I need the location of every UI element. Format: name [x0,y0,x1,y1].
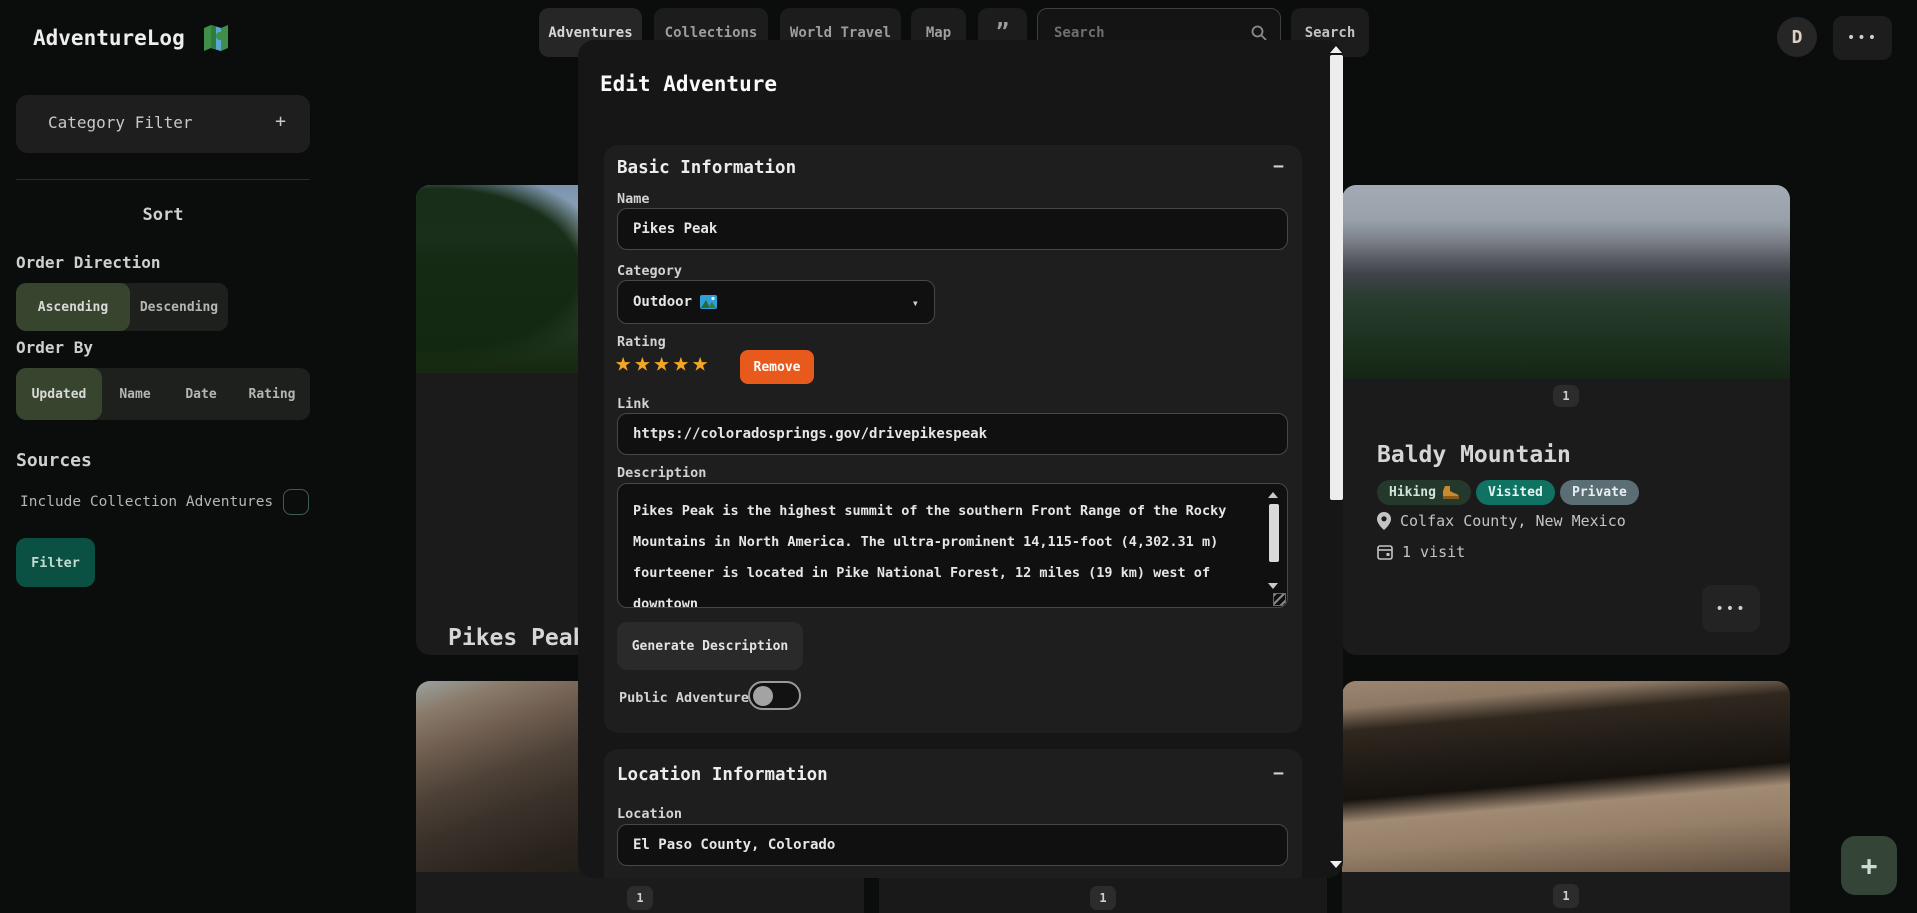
scroll-up-icon[interactable] [1330,46,1342,53]
category-select[interactable]: Outdoor ▾ [617,280,935,324]
description-label: Description [617,465,706,481]
activity-badge: Hiking [1377,480,1471,505]
name-field-wrap [617,208,1288,250]
filter-button[interactable]: Filter [16,538,95,587]
sources-heading: Sources [16,450,92,471]
order-by-label: Order By [16,338,93,357]
description-line: fourteener is located in Pike National F… [633,558,1257,608]
modal-title: Edit Adventure [600,72,777,96]
category-filter-collapse[interactable]: Category Filter + [16,95,310,153]
card-visits: 1 visit [1402,543,1465,561]
expand-plus-icon: + [275,111,286,132]
map-icon [200,22,232,54]
avatar[interactable]: D [1777,17,1817,57]
link-field-wrap [617,413,1288,455]
include-collection-label: Include Collection Adventures [20,494,273,510]
visit-count-badge: 1 [1553,884,1579,908]
category-label: Category [617,263,682,279]
category-value: Outdoor [633,294,692,310]
card-title: Baldy Mountain [1377,442,1571,468]
order-by-rating[interactable]: Rating [234,368,310,420]
order-direction-toggle: Ascending Descending [16,283,228,331]
name-input[interactable] [617,208,1288,250]
app-root: Pikes Peak Outdoor P El Paso County, Col… [0,0,1917,913]
link-input[interactable] [617,413,1288,455]
order-by-updated[interactable]: Updated [16,368,102,420]
adventure-card-dunes[interactable]: 1 [1342,681,1790,913]
card-image-baldy-mountain [1342,185,1790,379]
scroll-down-icon[interactable] [1330,861,1342,868]
visit-count-badge: 1 [1090,886,1116,910]
rating-stars[interactable]: ★★★★★ [615,349,711,376]
park-icon [700,295,717,309]
modal-scrollbar[interactable] [1326,40,1346,878]
toggle-knob [753,686,773,706]
location-information-title: Location Information [617,765,828,785]
public-adventure-toggle[interactable] [748,681,801,710]
order-direction-label: Order Direction [16,253,161,272]
include-collection-checkbox[interactable] [283,489,309,515]
location-input[interactable] [617,824,1288,866]
basic-information-section: Basic Information − Name Category Outdoo… [604,145,1302,733]
textarea-scroll-up-icon[interactable] [1268,492,1278,498]
link-label: Link [617,396,650,412]
card-location-row: Colfax County, New Mexico [1377,512,1626,530]
visited-badge: Visited [1476,480,1555,505]
order-by-date[interactable]: Date [168,368,234,420]
textarea-scrollbar-thumb[interactable] [1269,504,1279,562]
sidebar-divider [16,179,310,180]
navbar-more-button[interactable]: ••• [1833,16,1892,60]
order-by-name[interactable]: Name [102,368,168,420]
location-field-wrap [617,824,1288,866]
description-textarea[interactable]: Pikes Peak is the highest summit of the … [617,483,1288,608]
app-logo-text[interactable]: AdventureLog [33,26,185,50]
textarea-scroll-down-icon[interactable] [1268,583,1278,589]
description-line: Pikes Peak is the highest summit of the … [633,496,1257,527]
name-label: Name [617,191,650,207]
collapse-minus-icon[interactable]: − [1273,156,1284,177]
card-more-button[interactable]: ••• [1702,585,1760,632]
card-visits-row: 1 visit [1377,543,1465,561]
visit-count-badge: 1 [1553,385,1579,407]
order-direction-ascending[interactable]: Ascending [16,283,130,331]
collapse-minus-icon[interactable]: − [1273,763,1284,784]
calendar-icon [1377,544,1393,560]
add-adventure-fab[interactable]: + [1841,836,1897,895]
basic-information-title: Basic Information [617,158,796,178]
remove-rating-button[interactable]: Remove [740,350,814,384]
category-filter-label: Category Filter [48,113,193,132]
search-icon [1251,25,1267,41]
edit-adventure-modal: Edit Adventure Basic Information − Name … [578,40,1343,878]
adventure-card-baldy-mountain[interactable]: 1 Baldy Mountain Hiking Visited Private … [1342,185,1790,655]
pin-icon [1377,512,1391,530]
location-label: Location [617,806,682,822]
card-location: Colfax County, New Mexico [1400,512,1626,530]
privacy-badge: Private [1560,480,1639,505]
generate-description-button[interactable]: Generate Description [617,622,803,670]
textarea-resize-handle[interactable] [1273,593,1286,606]
order-by-toggle: Updated Name Date Rating [16,368,310,420]
card-image-dunes [1342,681,1790,872]
chevron-down-icon: ▾ [912,296,919,310]
sort-title: Sort [16,205,310,225]
order-direction-descending[interactable]: Descending [130,283,228,331]
card-title: Pikes Peak [448,625,586,651]
scrollbar-thumb[interactable] [1330,55,1343,500]
boot-icon [1443,486,1459,499]
visit-count-badge: 1 [627,886,653,910]
public-adventure-label: Public Adventure [619,690,749,706]
description-line: Mountains in North America. The ultra-pr… [633,527,1257,558]
location-information-section: Location Information − Location [604,749,1302,878]
